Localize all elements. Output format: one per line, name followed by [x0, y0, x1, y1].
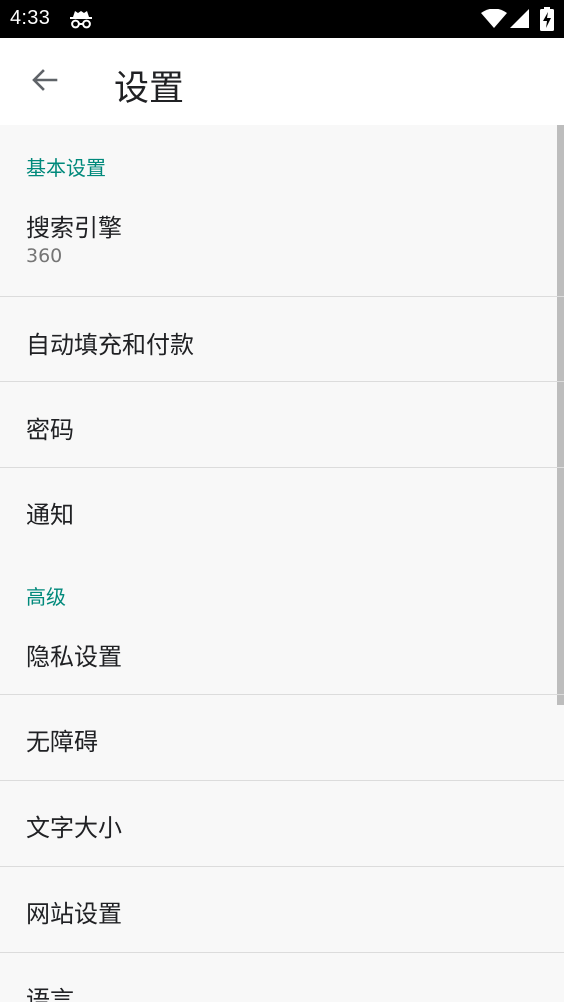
notifications-item[interactable]: 通知	[0, 468, 557, 552]
app-bar: 设置	[0, 38, 564, 125]
scrollbar[interactable]	[557, 125, 564, 705]
battery-charging-icon	[540, 7, 554, 35]
arrow-back-icon	[30, 66, 58, 98]
back-button[interactable]	[22, 60, 66, 104]
status-bar: 4:33	[0, 0, 564, 38]
section-header-basic: 基本设置	[26, 156, 106, 180]
section-header-advanced: 高级	[26, 585, 66, 609]
search-engine-item[interactable]: 搜索引擎 360	[0, 193, 557, 296]
text-size-item[interactable]: 文字大小	[0, 781, 557, 866]
incognito-icon	[68, 9, 94, 33]
privacy-item[interactable]: 隐私设置	[0, 620, 557, 694]
page-title: 设置	[114, 69, 185, 109]
text-size-label: 文字大小	[26, 814, 122, 842]
passwords-item[interactable]: 密码	[0, 382, 557, 467]
accessibility-item[interactable]: 无障碍	[0, 695, 557, 780]
privacy-label: 隐私设置	[26, 643, 122, 671]
settings-list: 基本设置 搜索引擎 360 自动填充和付款 密码 通知 高级 隐私设置 无障碍 …	[0, 125, 564, 1002]
site-settings-label: 网站设置	[26, 900, 122, 928]
autofill-payments-item[interactable]: 自动填充和付款	[0, 297, 557, 381]
autofill-payments-label: 自动填充和付款	[26, 331, 194, 359]
language-item[interactable]: 语言	[0, 953, 557, 1002]
site-settings-item[interactable]: 网站设置	[0, 867, 557, 952]
language-label: 语言	[26, 986, 74, 1002]
notifications-label: 通知	[26, 501, 74, 529]
search-engine-label: 搜索引擎	[26, 214, 122, 242]
status-time: 4:33	[10, 7, 51, 29]
search-engine-value: 360	[26, 245, 63, 267]
cell-signal-icon	[510, 9, 530, 33]
passwords-label: 密码	[26, 416, 74, 444]
accessibility-label: 无障碍	[26, 728, 98, 756]
wifi-icon	[481, 8, 507, 33]
